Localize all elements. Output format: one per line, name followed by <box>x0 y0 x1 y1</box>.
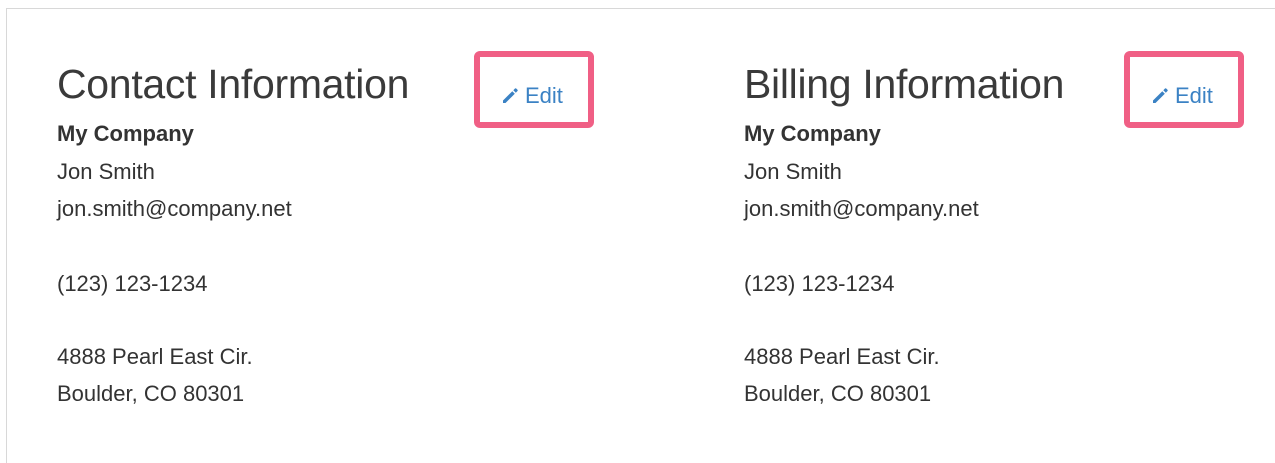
contact-phone: (123) 123-1234 <box>57 271 208 296</box>
contact-email: jon.smith@company.net <box>57 196 292 221</box>
company-name: My Company <box>744 121 881 146</box>
edit-billing-button[interactable]: Edit <box>1150 83 1213 109</box>
street-address: 4888 Pearl East Cir. <box>57 344 253 369</box>
account-info-card: Contact Information Edit My Company Jon … <box>6 8 1275 463</box>
street-address: 4888 Pearl East Cir. <box>744 344 940 369</box>
edit-label: Edit <box>525 83 563 108</box>
edit-contact-button[interactable]: Edit <box>500 83 563 109</box>
edit-highlight-box: Edit <box>474 51 594 128</box>
contact-name: Jon Smith <box>744 159 842 184</box>
city-state-zip: Boulder, CO 80301 <box>744 381 932 406</box>
city-state-zip: Boulder, CO 80301 <box>57 381 245 406</box>
contact-name: Jon Smith <box>57 159 155 184</box>
edit-label: Edit <box>1175 83 1213 108</box>
section-title: Billing Information <box>744 61 1065 107</box>
edit-highlight-box: Edit <box>1124 51 1244 128</box>
section-title: Contact Information <box>57 61 410 107</box>
contact-email: jon.smith@company.net <box>744 196 979 221</box>
pencil-icon <box>503 88 518 103</box>
contact-phone: (123) 123-1234 <box>744 271 895 296</box>
company-name: My Company <box>57 121 194 146</box>
pencil-icon <box>1153 88 1168 103</box>
